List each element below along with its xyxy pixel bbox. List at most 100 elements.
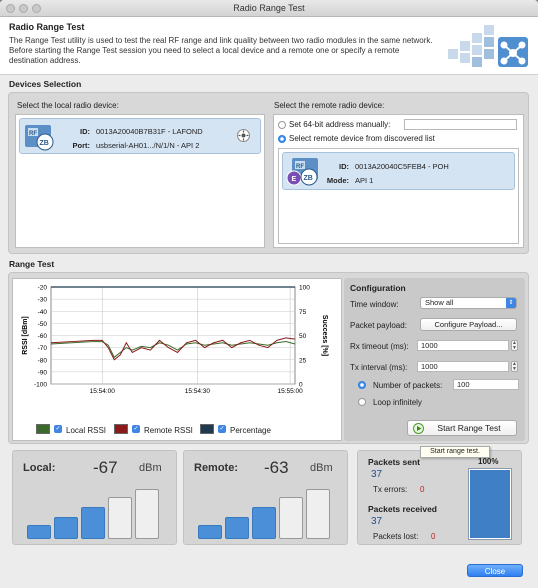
local-id-key: ID: [80, 127, 90, 136]
y-axis-label: RSSI [dBm] [22, 316, 29, 355]
configuration-title: Configuration [350, 283, 406, 293]
tx-interval-label: Tx interval (ms): [350, 363, 408, 372]
success-gauge-fill [470, 470, 510, 538]
local-id-value: 0013A20040B7B31F - LAFOND [96, 127, 203, 136]
y2-tick-label: 75 [299, 309, 307, 316]
signal-bar [279, 497, 303, 539]
loop-infinitely-label: Loop infinitely [373, 398, 422, 407]
zigbee-device-icon: RF E ZB [286, 158, 318, 186]
signal-bar [81, 507, 105, 539]
success-percent-label: 100% [478, 457, 499, 466]
dialog-description: The Range Test utility is used to test t… [9, 36, 433, 65]
start-range-test-tooltip: Start range test. [420, 446, 490, 458]
svg-text:RF: RF [296, 164, 304, 170]
signal-bar [252, 507, 276, 539]
local-rssi-swatch [36, 424, 50, 434]
local-signal-unit: dBm [139, 462, 162, 474]
devices-panel: Select the local radio device: RF ZB ID:… [8, 92, 529, 254]
range-test-logo-icon [448, 25, 528, 67]
start-range-test-button[interactable]: Start Range Test [407, 420, 517, 436]
signal-bar [54, 517, 78, 539]
local-rssi-checkbox[interactable]: ✓ [54, 425, 62, 433]
y2-axis-label: Success [%] [321, 315, 328, 356]
remote-id-value: 0013A20040C5FEB4 - POH [355, 162, 449, 171]
local-device-label: Select the local radio device: [17, 101, 119, 110]
remote-device-card[interactable]: RF E ZB ID: 0013A20040C5FEB4 - POH Mode:… [282, 152, 515, 190]
y-tick-label: -90 [38, 369, 48, 376]
y2-tick-label: 100 [299, 285, 310, 292]
range-test-window: Radio Range Test Radio Range Test The Ra… [0, 0, 538, 588]
play-icon [413, 423, 424, 434]
x-tick-label: 15:54:00 [90, 388, 116, 395]
zigbee-device-icon: RF ZB [25, 125, 54, 151]
y-tick-label: -50 [38, 321, 48, 328]
remote-device-label: Select the remote radio device: [274, 101, 385, 110]
remote-device-box: Set 64-bit address manually: Select remo… [273, 114, 524, 248]
rssi-chart: -20-30-40-50-60-70-80-90-100100755025015… [22, 285, 328, 396]
y-tick-label: -80 [38, 357, 48, 364]
remote-signal-value: -63 [264, 458, 289, 477]
percentage-legend: Percentage [230, 426, 271, 435]
loop-infinitely-radio[interactable] [358, 398, 366, 406]
remote-e-badge: E [292, 176, 297, 183]
remote-device-list[interactable]: RF E ZB ID: 0013A20040C5FEB4 - POH Mode:… [278, 148, 519, 244]
percentage-checkbox[interactable]: ✓ [218, 425, 226, 433]
configuration-panel: Configuration Time window: Show all ⇕ Pa… [344, 278, 525, 441]
window-title: Radio Range Test [233, 3, 305, 13]
time-window-label: Time window: [350, 300, 399, 309]
manual-address-radio[interactable] [278, 121, 286, 129]
remote-rssi-swatch [114, 424, 128, 434]
y-tick-label: -100 [34, 382, 47, 389]
signal-bar [135, 489, 159, 539]
number-of-packets-radio[interactable] [358, 381, 366, 389]
success-gauge [468, 468, 512, 540]
discovered-list-radio[interactable] [278, 135, 286, 143]
number-of-packets-input[interactable]: 100 [453, 379, 519, 390]
remote-rssi-legend: Remote RSSI [144, 426, 193, 435]
tx-interval-stepper[interactable]: ▲ ▼ [511, 361, 518, 372]
packet-payload-label: Packet payload: [350, 321, 407, 330]
device-settings-icon[interactable] [237, 129, 250, 142]
remote-mode-key: Mode: [326, 176, 349, 185]
y-tick-label: -70 [38, 345, 48, 352]
rx-timeout-input[interactable]: 1000 [417, 340, 509, 351]
x-tick-label: 15:54:30 [185, 388, 211, 395]
discovered-list-label: Select remote device from discovered lis… [289, 134, 435, 143]
packets-sent-value: 37 [371, 469, 383, 480]
y-tick-label: -20 [38, 285, 48, 292]
signal-bar [27, 525, 51, 539]
devices-section-title: Devices Selection [9, 79, 82, 89]
manual-address-label: Set 64-bit address manually: [289, 120, 391, 129]
local-port-value: usbserial-AH01.../N/1/N - API 2 [96, 141, 200, 150]
svg-text:RF: RF [29, 131, 37, 137]
remote-rssi-checkbox[interactable]: ✓ [132, 425, 140, 433]
configure-payload-button[interactable]: Configure Payload... [420, 318, 517, 331]
remote-mode-value: API 1 [355, 176, 374, 185]
time-window-value: Show all [425, 298, 454, 307]
packets-received-value: 37 [371, 516, 383, 527]
local-port-key: Port: [72, 141, 91, 150]
dialog-header: Radio Range Test The Range Test utility … [0, 17, 538, 75]
start-range-test-label: Start Range Test [437, 423, 501, 433]
tx-interval-input[interactable]: 1000 [417, 361, 509, 372]
signal-bar [198, 525, 222, 539]
title-bar: Radio Range Test [0, 0, 538, 17]
y-tick-label: -40 [38, 309, 48, 316]
rx-timeout-label: Rx timeout (ms): [350, 342, 409, 351]
remote-signal-label: Remote: [194, 462, 239, 474]
time-window-select[interactable]: Show all ⇕ [420, 297, 517, 309]
local-signal-label: Local: [23, 462, 56, 474]
manual-address-input[interactable] [404, 119, 517, 130]
tx-errors-value: 0 [420, 485, 425, 494]
rx-timeout-stepper[interactable]: ▲ ▼ [511, 340, 518, 351]
close-button[interactable]: Close [467, 564, 523, 577]
remote-zb-badge: ZB [304, 175, 313, 182]
range-test-panel: -20 -30 -40 -50 -60 -70 -80 -90 -100 100 75 50 25 0 15… [8, 272, 529, 444]
x-tick-label: 15:55:00 [277, 388, 303, 395]
y-tick-label: -60 [38, 333, 48, 340]
local-rssi-legend: Local RSSI [66, 426, 107, 435]
local-device-card[interactable]: RF ZB ID: 0013A20040B7B31F - LAFOND Port… [19, 118, 261, 154]
tx-errors-label: Tx errors: [373, 485, 408, 494]
local-device-list[interactable]: RF ZB ID: 0013A20040B7B31F - LAFOND Port… [15, 114, 265, 248]
y2-tick-label: 25 [299, 357, 307, 364]
